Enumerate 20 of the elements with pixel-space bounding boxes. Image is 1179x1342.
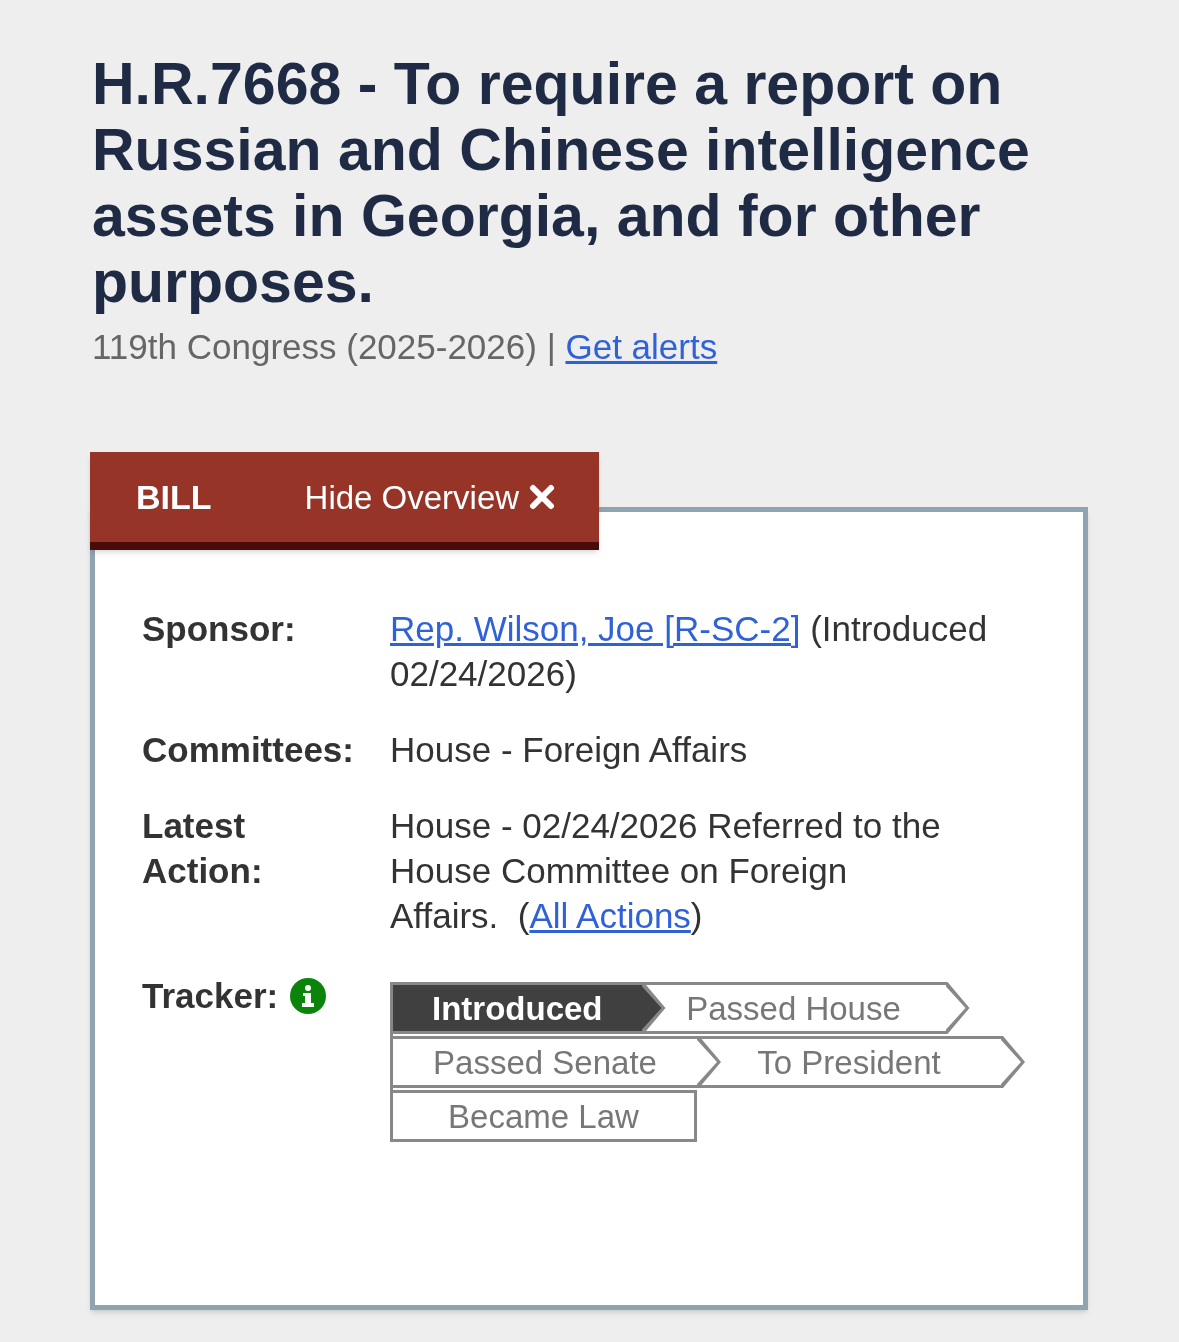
bill-label: BILL — [136, 480, 212, 514]
detail-label: Sponsor: — [142, 608, 297, 650]
tracker-step: Passed Senate — [393, 1036, 721, 1088]
congress-line: 119th Congress (2025-2026) | Get alerts — [92, 326, 718, 368]
detail-link[interactable]: All Actions — [529, 896, 691, 935]
hide-overview-button[interactable]: Hide Overview — [304, 480, 556, 514]
detail-label: Tracker: — [142, 975, 279, 1017]
get-alerts-link[interactable]: Get alerts — [565, 327, 718, 366]
info-icon[interactable] — [290, 978, 327, 1014]
detail-label: Latest Action: — [142, 805, 264, 892]
detail-value: House - 02/24/2026 Referred to the House Committee on Foreign Affairs. (All Actions) — [390, 805, 942, 937]
detail-value: Rep. Wilson, Joe [R-SC-2] (Introduced 02/24/2026) — [390, 608, 989, 695]
detail-label: Committees: — [142, 729, 355, 771]
bill-title: H.R.7668 - To require a report on Russian and Chinese intelligence assets in Georgia, and for other purposes. — [92, 51, 1031, 315]
tracker-step: To President — [697, 1036, 1025, 1088]
detail-value: House - Foreign Affairs — [390, 729, 749, 771]
close-icon — [529, 484, 556, 510]
tracker-step: Introduced — [393, 982, 666, 1034]
detail-link[interactable]: Rep. Wilson, Joe [R-SC-2] — [390, 609, 801, 648]
tracker-step: Became Law — [393, 1090, 697, 1142]
